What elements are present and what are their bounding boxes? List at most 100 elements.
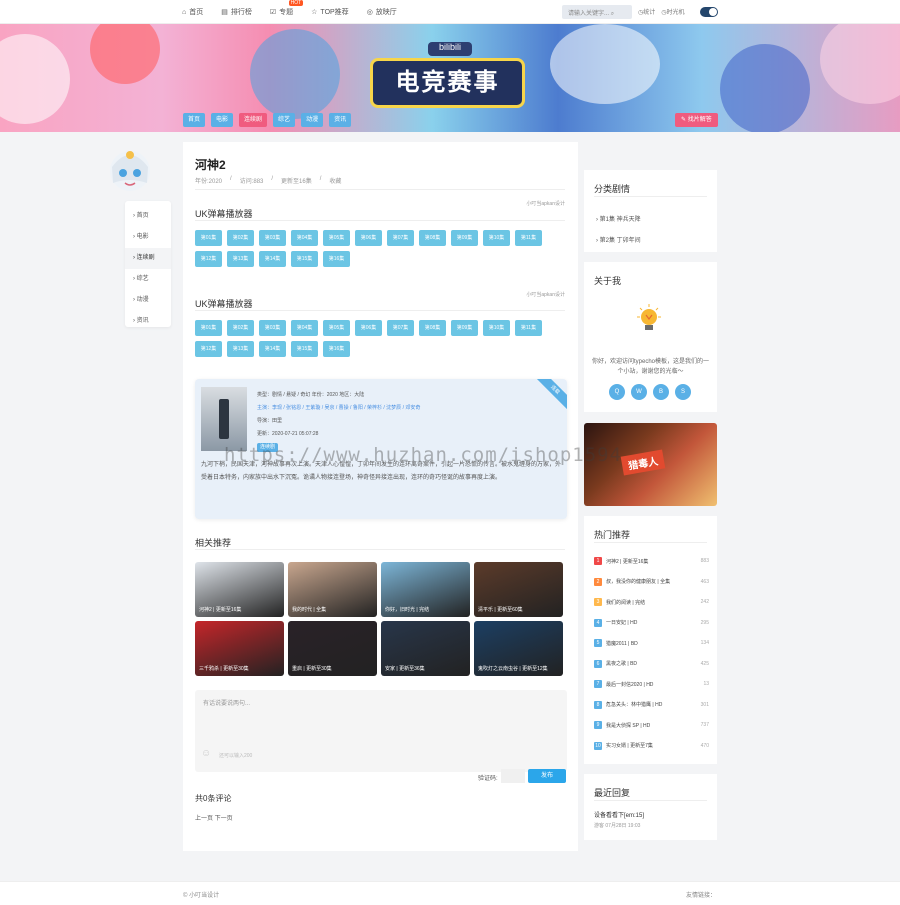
ad-text: 猎毒人 bbox=[620, 449, 666, 476]
episode-button[interactable]: 第15集 bbox=[291, 341, 318, 357]
cat-movie[interactable]: 电影 bbox=[211, 113, 234, 127]
episode-button[interactable]: 第15集 bbox=[291, 251, 318, 267]
search-icon[interactable]: ⌕ bbox=[611, 11, 614, 17]
side-nav-movie[interactable]: › 电影 bbox=[125, 227, 171, 248]
episode-button[interactable]: 第05集 bbox=[323, 320, 350, 336]
episode-button[interactable]: 第05集 bbox=[323, 230, 350, 246]
hot-item-title: 实习女婿 | 更新至7集 bbox=[606, 743, 653, 750]
hot-item[interactable]: 2 叔，我没你的健康朋友 | 全集 463 bbox=[594, 572, 709, 593]
episode-button[interactable]: 第08集 bbox=[419, 230, 446, 246]
meta-status: 更新至16集 bbox=[281, 179, 312, 185]
side-nav-variety[interactable]: › 综艺 bbox=[125, 269, 171, 290]
hot-item-views: 242 bbox=[700, 599, 709, 606]
cat-news[interactable]: 资讯 bbox=[329, 113, 352, 127]
episode-button[interactable]: 第03集 bbox=[259, 230, 286, 246]
related-item[interactable]: 你好，旧时光 | 完结 bbox=[381, 562, 470, 617]
pagination[interactable]: 上一页 下一页 bbox=[195, 813, 233, 822]
episode-button[interactable]: 第04集 bbox=[291, 320, 318, 336]
related-item[interactable]: 安家 | 更新至36集 bbox=[381, 621, 470, 676]
qq-icon[interactable]: Q bbox=[609, 384, 625, 400]
related-item-title: 河神2 | 更新至16集 bbox=[199, 607, 242, 613]
episode-button[interactable]: 第12集 bbox=[195, 341, 222, 357]
episode-button[interactable]: 第13集 bbox=[227, 341, 254, 357]
footer-links: 友情链接： bbox=[686, 893, 717, 899]
hot-item[interactable]: 5 猎魔2011 | BD 134 bbox=[594, 633, 709, 654]
nav-top[interactable]: ☆ TOP推荐 bbox=[311, 7, 349, 17]
nav-cinema[interactable]: ◎ 放映厅 bbox=[367, 7, 397, 17]
banner-decoration bbox=[0, 34, 70, 124]
category-item[interactable]: › 第1集 神兵天降 bbox=[596, 210, 641, 231]
episode-list: 第01集 第02集 第03集 第04集 第05集 第06集 第07集 第08集 第09集 第10集… bbox=[195, 320, 567, 357]
episode-button[interactable]: 第07集 bbox=[387, 230, 414, 246]
related-item[interactable]: 河神2 | 更新至16集 bbox=[195, 562, 284, 617]
episode-button[interactable]: 第16集 bbox=[323, 251, 350, 267]
episode-button[interactable]: 第02集 bbox=[227, 320, 254, 336]
nav-topics[interactable]: ☑ 专题 HOT bbox=[270, 0, 304, 17]
episode-button[interactable]: 第14集 bbox=[259, 251, 286, 267]
hot-item[interactable]: 3 我们的阅读 | 完结 242 bbox=[594, 592, 709, 613]
related-item[interactable]: 三千鸦杀 | 更新至30集 bbox=[195, 621, 284, 676]
episode-button[interactable]: 第16集 bbox=[323, 341, 350, 357]
related-item[interactable]: 清平乐 | 更新至60集 bbox=[474, 562, 563, 617]
find-movie-button[interactable]: ✎ 找片解答 bbox=[675, 113, 718, 127]
search-input[interactable]: 请输入关键字... ⌕ bbox=[562, 5, 632, 19]
episode-button[interactable]: 第04集 bbox=[291, 230, 318, 246]
hot-item[interactable]: 6 黑夜之歌 | BD 425 bbox=[594, 654, 709, 675]
dark-mode-toggle[interactable] bbox=[700, 7, 718, 17]
bilibili-icon[interactable]: B bbox=[653, 384, 669, 400]
share-icon[interactable]: S bbox=[675, 384, 691, 400]
hot-item[interactable]: 8 危急关头：林中猎鹰 | HD 301 bbox=[594, 695, 709, 716]
movie-poster[interactable] bbox=[201, 387, 247, 451]
episode-button[interactable]: 第03集 bbox=[259, 320, 286, 336]
hot-item[interactable]: 1 河神2 | 更新至16集 883 bbox=[594, 551, 709, 572]
related-title: 相关推荐 bbox=[195, 538, 232, 548]
cat-series[interactable]: 连续剧 bbox=[239, 113, 268, 127]
category-item[interactable]: › 第2集 丁卯年间 bbox=[596, 231, 641, 252]
cat-home[interactable]: 首页 bbox=[183, 113, 206, 127]
episode-button[interactable]: 第11集 bbox=[515, 320, 542, 336]
episode-button[interactable]: 第01集 bbox=[195, 230, 222, 246]
side-nav-news[interactable]: › 资讯 bbox=[125, 311, 171, 332]
hot-list: 1 河神2 | 更新至16集 883 2 叔，我没你的健康朋友 | 全集 463 3 我们的阅… bbox=[594, 551, 709, 756]
emoji-icon[interactable]: ☺ bbox=[201, 748, 211, 759]
hot-item[interactable]: 9 我是大侦探 SP | HD 737 bbox=[594, 715, 709, 736]
episode-button[interactable]: 第06集 bbox=[355, 230, 382, 246]
side-nav-series[interactable]: › 连续剧 bbox=[125, 248, 171, 269]
episode-button[interactable]: 第14集 bbox=[259, 341, 286, 357]
related-item[interactable]: 我的时代 | 全集 bbox=[288, 562, 377, 617]
hot-item[interactable]: 4 一日安妃 | HD 295 bbox=[594, 613, 709, 634]
post-button[interactable]: 发布 bbox=[528, 769, 566, 783]
stats-link[interactable]: ◷统计 bbox=[638, 7, 655, 16]
episode-button[interactable]: 第01集 bbox=[195, 320, 222, 336]
episode-button[interactable]: 第09集 bbox=[451, 320, 478, 336]
nav-home[interactable]: ⌂ 首页 bbox=[182, 7, 203, 17]
recent-comment[interactable]: 设备看看下[em:15] bbox=[594, 810, 644, 819]
episode-button[interactable]: 第10集 bbox=[483, 320, 510, 336]
episode-button[interactable]: 第06集 bbox=[355, 320, 382, 336]
episode-button[interactable]: 第13集 bbox=[227, 251, 254, 267]
related-item[interactable]: 鬼吹灯之云南虫谷 | 更新至12集 bbox=[474, 621, 563, 676]
cat-anime[interactable]: 动漫 bbox=[301, 113, 324, 127]
favorite-link[interactable]: 收藏 bbox=[329, 176, 341, 185]
episode-button[interactable]: 第07集 bbox=[387, 320, 414, 336]
related-item[interactable]: 重启 | 更新至30集 bbox=[288, 621, 377, 676]
hot-item-title: 我是大侦探 SP | HD bbox=[606, 722, 651, 729]
hot-item[interactable]: 7 最后一封信2020 | HD 13 bbox=[594, 674, 709, 695]
cat-variety[interactable]: 综艺 bbox=[273, 113, 296, 127]
hot-item-title: 叔，我没你的健康朋友 | 全集 bbox=[606, 579, 671, 586]
episode-button[interactable]: 第09集 bbox=[451, 230, 478, 246]
nav-ranking[interactable]: ▤ 排行榜 bbox=[221, 7, 252, 17]
episode-button[interactable]: 第11集 bbox=[515, 230, 542, 246]
episode-button[interactable]: 第10集 bbox=[483, 230, 510, 246]
side-nav-anime[interactable]: › 动漫 bbox=[125, 290, 171, 311]
episode-button[interactable]: 第08集 bbox=[419, 320, 446, 336]
episode-button[interactable]: 第02集 bbox=[227, 230, 254, 246]
hot-rank: 9 bbox=[594, 721, 602, 730]
wechat-icon[interactable]: W bbox=[631, 384, 647, 400]
comment-box[interactable]: 有话说要说两句... ☺ 还可以输入200 bbox=[195, 690, 567, 772]
episode-button[interactable]: 第12集 bbox=[195, 251, 222, 267]
side-nav-home[interactable]: › 首页 bbox=[125, 206, 171, 227]
hot-item[interactable]: 10 实习女婿 | 更新至7集 470 bbox=[594, 736, 709, 757]
captcha-input[interactable] bbox=[501, 769, 525, 783]
timemachine-link[interactable]: ◷时光机 bbox=[661, 7, 684, 16]
